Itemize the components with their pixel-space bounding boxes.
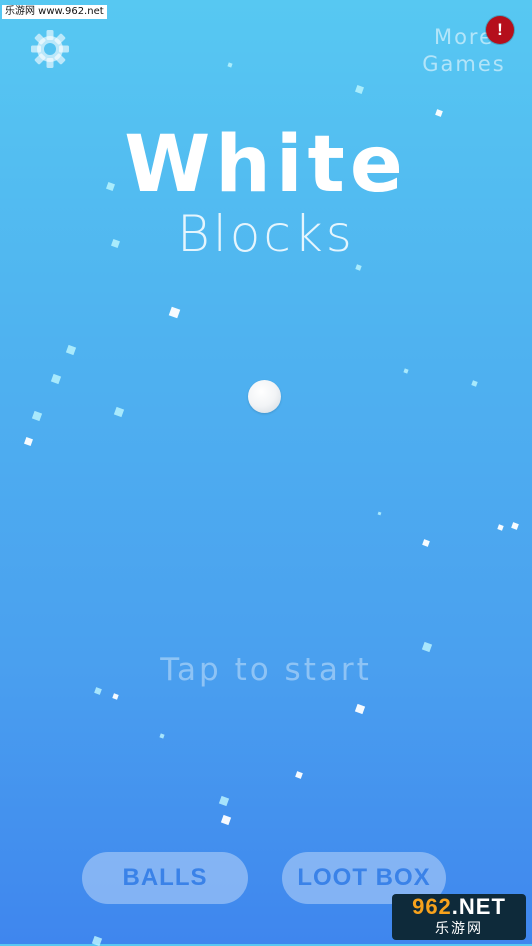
- alert-badge-icon[interactable]: !: [486, 16, 514, 44]
- particle-square: [24, 437, 33, 446]
- particle-square: [295, 771, 303, 779]
- particle-square: [50, 373, 62, 385]
- particle-square: [113, 406, 125, 418]
- particle-square: [355, 264, 362, 271]
- particle-square: [31, 410, 43, 422]
- gear-icon[interactable]: [29, 28, 71, 70]
- particle-square: [159, 733, 165, 739]
- player-ball: [248, 380, 281, 413]
- particle-square: [220, 814, 232, 826]
- particle-square: [435, 109, 443, 117]
- watermark-top: 乐游网 www.962.net: [2, 5, 107, 19]
- particle-square: [65, 344, 77, 356]
- watermark-domain: .NET: [451, 894, 506, 919]
- particle-square: [421, 641, 433, 653]
- watermark-name: 乐游网: [435, 920, 483, 936]
- particle-square: [227, 62, 233, 68]
- particle-square: [354, 703, 366, 715]
- particle-square: [112, 693, 119, 700]
- watermark-number: 962: [412, 894, 452, 919]
- particle-square: [355, 85, 364, 94]
- particle-square: [168, 306, 181, 319]
- watermark-bottom-logo: 962.NET 乐游网: [392, 894, 526, 940]
- tap-to-start-prompt[interactable]: Tap to start: [0, 652, 532, 688]
- particle-square: [511, 522, 519, 530]
- particle-square: [377, 511, 382, 516]
- more-games-label-line2: Games: [422, 52, 506, 76]
- game-title: White: [124, 120, 408, 210]
- particle-square: [403, 368, 409, 374]
- particle-square: [91, 935, 103, 946]
- particle-square: [471, 380, 478, 387]
- particle-square: [218, 795, 230, 807]
- game-subtitle: Blocks: [177, 205, 355, 263]
- balls-button[interactable]: BALLS: [82, 852, 248, 904]
- particle-square: [422, 539, 430, 547]
- particle-square: [94, 687, 102, 695]
- particle-square: [497, 524, 504, 531]
